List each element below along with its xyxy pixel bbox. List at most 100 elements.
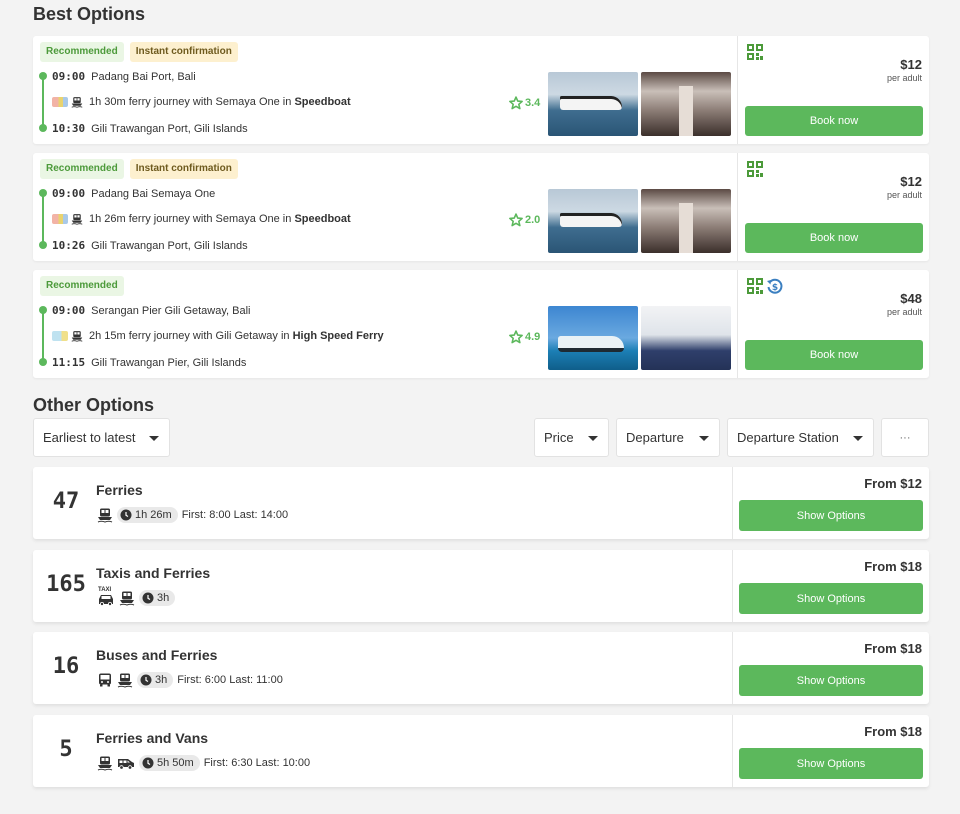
from-price: From $18: [864, 641, 922, 656]
more-filters-button[interactable]: ···: [881, 418, 929, 457]
best-option-card: Recommended Instant confirmation 09:00 P…: [33, 153, 929, 261]
transport-option-card[interactable]: 16 Buses and Ferries 3h First: 6:00 Last…: [33, 632, 929, 704]
show-options-button[interactable]: Show Options: [739, 583, 923, 614]
show-options-button[interactable]: Show Options: [739, 748, 923, 779]
ferry-icon: [119, 590, 135, 606]
best-option-details: Recommended Instant confirmation 09:00 P…: [33, 153, 737, 261]
price-filter[interactable]: Price: [534, 418, 609, 457]
show-options-button[interactable]: Show Options: [739, 500, 923, 531]
duration-pill: 3h: [137, 672, 174, 688]
bus-icon: [97, 672, 113, 688]
arrival-row: 10:26 Gili Trawangan Port, Gili Islands: [52, 239, 248, 252]
cabin-photo[interactable]: [641, 306, 731, 370]
departure-station-filter-label: Departure Station: [737, 430, 839, 445]
option-count: 16: [52, 654, 80, 679]
transport-option-details: 5 Ferries and Vans 5h 50m First: 6:30 La…: [33, 715, 732, 787]
arrival-time: 11:15: [52, 356, 86, 369]
badge-group: Recommended Instant confirmation: [40, 42, 238, 62]
van-icon: [117, 755, 135, 771]
journey-description: 2h 15m ferry journey with Gili Getaway i…: [89, 330, 293, 342]
mode-title: Ferries: [96, 482, 143, 498]
mode-info: 1h 26m First: 8:00 Last: 14:00: [97, 507, 288, 523]
operator-logo-icon: [52, 331, 68, 341]
departure-filter-label: Departure: [626, 430, 684, 445]
arrival-row: 11:15 Gili Trawangan Pier, Gili Islands: [52, 356, 246, 369]
first-last-times: First: 6:00 Last: 11:00: [177, 674, 283, 686]
duration-pill: 3h: [139, 590, 176, 606]
mode-info: 5h 50m First: 6:30 Last: 10:00: [97, 755, 310, 771]
rating-value: 3.4: [525, 97, 541, 109]
departure-filter[interactable]: Departure: [616, 418, 720, 457]
mode-title: Buses and Ferries: [96, 647, 218, 663]
clock-icon: [140, 674, 152, 686]
rating: 3.4: [509, 96, 540, 110]
cabin-photo[interactable]: [641, 189, 731, 253]
operator-logo-icon: [52, 97, 68, 107]
from-price: From $12: [864, 476, 922, 491]
sort-dropdown-value: Earliest to latest: [43, 430, 136, 445]
qr-ticket-icon: [746, 277, 764, 295]
duration-pill: 1h 26m: [117, 507, 178, 523]
vessel-type: Speedboat: [294, 213, 351, 225]
ferry-icon: [97, 755, 113, 771]
ticket-icons: [746, 277, 784, 295]
booking-panel: $48 per adult Book now: [737, 270, 929, 378]
transport-option-price-panel: From $18 Show Options: [732, 550, 929, 622]
rating-value: 4.9: [525, 331, 541, 343]
transport-option-price-panel: From $12 Show Options: [732, 467, 929, 539]
show-options-button[interactable]: Show Options: [739, 665, 923, 696]
qr-ticket-icon: [746, 160, 764, 178]
boat-photo[interactable]: [548, 72, 638, 136]
cabin-photo[interactable]: [641, 72, 731, 136]
duration: 1h 26m: [135, 509, 172, 521]
journey-row: 1h 30m ferry journey with Semaya One in …: [52, 96, 351, 108]
departure-station-filter[interactable]: Departure Station: [727, 418, 874, 457]
arrival-place: Gili Trawangan Pier, Gili Islands: [91, 356, 247, 369]
duration: 5h 50m: [157, 757, 194, 769]
arrival-time: 10:26: [52, 239, 86, 252]
from-price: From $18: [864, 724, 922, 739]
instant-confirmation-badge: Instant confirmation: [129, 159, 238, 179]
book-now-button[interactable]: Book now: [745, 340, 923, 370]
ferry-icon: [97, 507, 113, 523]
mode-info: 3h First: 6:00 Last: 11:00: [97, 672, 283, 688]
timeline-line: [42, 76, 44, 128]
duration: 3h: [155, 674, 168, 686]
booking-panel: $12 per adult Book now: [737, 36, 929, 144]
sort-dropdown[interactable]: Earliest to latest: [33, 418, 170, 457]
price-filter-label: Price: [544, 430, 574, 445]
transport-option-card[interactable]: 5 Ferries and Vans 5h 50m First: 6:30 La…: [33, 715, 929, 787]
option-count: 165: [46, 572, 86, 597]
departure-time: 09:00: [52, 304, 86, 317]
transport-option-details: 165 Taxis and Ferries TAXI 3h: [33, 550, 732, 622]
chevron-down-icon: [853, 436, 863, 441]
transport-option-card[interactable]: 165 Taxis and Ferries TAXI 3h From $18 S…: [33, 550, 929, 622]
book-now-button[interactable]: Book now: [745, 223, 923, 253]
journey-row: 1h 26m ferry journey with Semaya One in …: [52, 213, 351, 225]
arrival-time: 10:30: [52, 122, 86, 135]
ferry-icon: [71, 213, 83, 225]
mode-info: TAXI 3h: [97, 587, 179, 606]
recommended-badge: Recommended: [40, 42, 124, 62]
price-unit: per adult: [886, 190, 922, 200]
chevron-down-icon: [588, 436, 598, 441]
star-icon: [509, 96, 523, 110]
boat-photo[interactable]: [548, 306, 638, 370]
ferry-icon: [71, 96, 83, 108]
departure-dot: [39, 189, 47, 197]
transport-option-card[interactable]: 47 Ferries 1h 26m First: 8:00 Last: 14:0…: [33, 467, 929, 539]
departure-place: Padang Bai Semaya One: [91, 187, 216, 200]
departure-row: 09:00 Serangan Pier Gili Getaway, Bali: [52, 304, 251, 317]
arrival-dot: [39, 358, 47, 366]
journey-row: 2h 15m ferry journey with Gili Getaway i…: [52, 330, 384, 342]
departure-row: 09:00 Padang Bai Port, Bali: [52, 70, 196, 83]
book-now-button[interactable]: Book now: [745, 106, 923, 136]
arrival-row: 10:30 Gili Trawangan Port, Gili Islands: [52, 122, 248, 135]
departure-place: Serangan Pier Gili Getaway, Bali: [91, 304, 251, 317]
arrival-place: Gili Trawangan Port, Gili Islands: [91, 239, 248, 252]
boat-photo[interactable]: [548, 189, 638, 253]
vessel-type: High Speed Ferry: [292, 330, 384, 342]
badge-group: Recommended: [40, 276, 124, 296]
rating-value: 2.0: [525, 214, 541, 226]
price: $12: [900, 174, 922, 189]
